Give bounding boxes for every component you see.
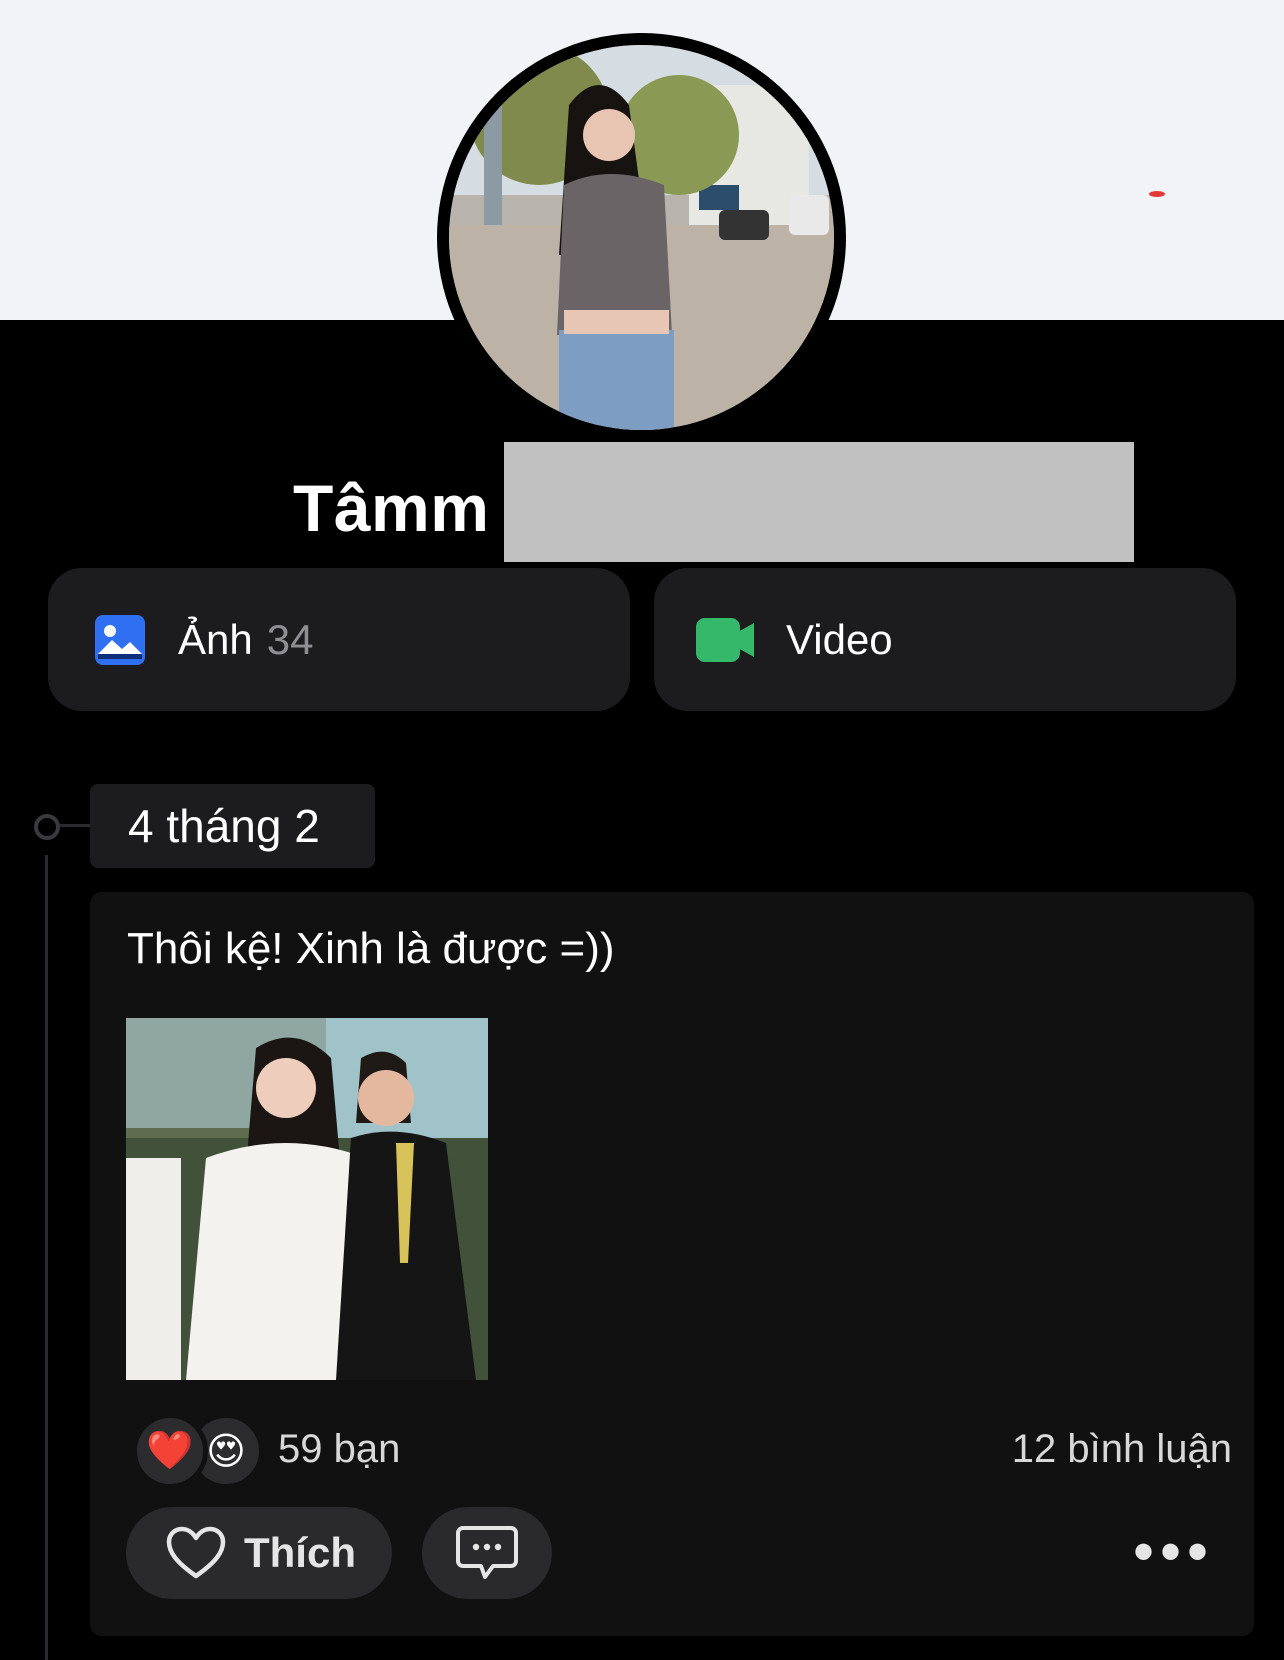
video-label: Video [786, 615, 893, 663]
reaction-count[interactable]: 59 bạn [278, 1427, 400, 1472]
like-button[interactable]: Thích [126, 1507, 392, 1599]
reactions-row: ❤️ 😍 59 bạn 12 bình luận [132, 1405, 1232, 1495]
video-camera-icon [694, 615, 756, 665]
photo-icon [92, 612, 148, 668]
video-button[interactable]: Video [654, 568, 1236, 711]
photos-count: 34 [266, 615, 314, 663]
comment-count[interactable]: 12 bình luận [1012, 1427, 1232, 1472]
redaction-box [504, 442, 1134, 562]
like-label: Thích [244, 1529, 356, 1576]
post-photo-scene [126, 1018, 488, 1380]
more-icon[interactable]: ••• [1133, 1522, 1214, 1582]
post-card: Thôi kệ! Xinh là được =)) ❤️ 😍 59 bạn 12… [90, 892, 1254, 1636]
comment-icon [455, 1524, 519, 1582]
comment-button[interactable] [422, 1507, 552, 1599]
cover-dot [1149, 191, 1165, 197]
timeline-line [45, 855, 48, 1660]
profile-name: Tâmm ( [293, 470, 531, 546]
avatar-scene [449, 45, 834, 430]
heart-reaction-icon: ❤️ [132, 1413, 208, 1489]
post-date: 4 tháng 2 [90, 784, 375, 868]
photos-button[interactable]: Ảnh 34 [48, 568, 630, 711]
timeline-dot [34, 814, 60, 840]
heart-outline-icon [166, 1526, 226, 1580]
profile-avatar[interactable] [437, 33, 846, 442]
avatar-photo [449, 45, 834, 430]
post-photo[interactable] [126, 1018, 488, 1380]
photos-label: Ảnh [178, 615, 253, 663]
profile-name-visible: Tâmm [293, 471, 490, 545]
timeline-connector [60, 824, 90, 827]
post-text: Thôi kệ! Xinh là được =)) [127, 924, 615, 973]
